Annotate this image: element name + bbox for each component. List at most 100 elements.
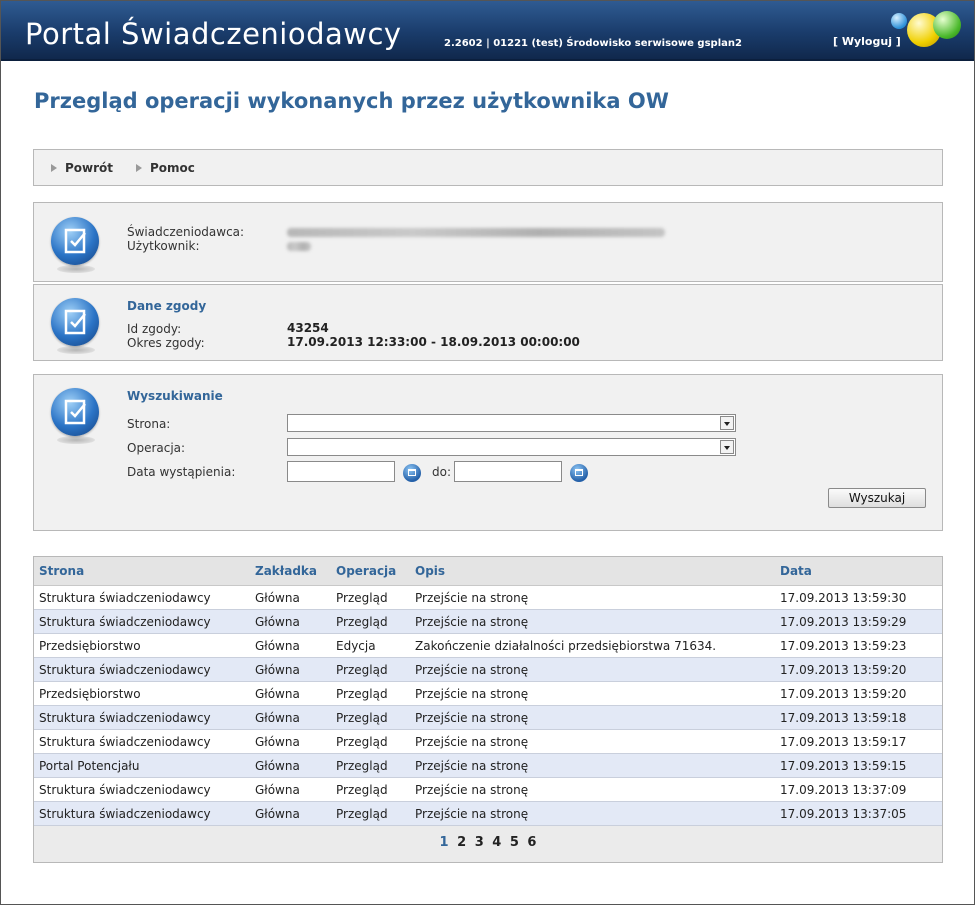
cell-operation: Przegląd (331, 681, 410, 706)
search-title: Wyszukiwanie (127, 389, 223, 403)
table-row[interactable]: Przedsiębiorstwo Główna Przegląd Przejśc… (34, 681, 942, 706)
cell-tab: Główna (250, 585, 331, 610)
table-row[interactable]: Struktura świadczeniodawcy Główna Przegl… (34, 657, 942, 682)
calendar-icon[interactable] (403, 464, 421, 482)
cell-description: Przejście na stronę (410, 753, 775, 778)
cell-date: 17.09.2013 13:59:20 (775, 657, 942, 682)
results-table: Strona Zakładka Operacja Opis Data Struk… (33, 556, 943, 863)
triangle-bullet-icon (136, 164, 142, 172)
search-button[interactable]: Wyszukaj (828, 488, 926, 508)
app-header: Portal Świadczeniodawcy 2.2602 | 01221 (… (1, 1, 974, 61)
cell-description: Przejście na stronę (410, 681, 775, 706)
back-button[interactable]: Powrót (51, 161, 113, 175)
provider-value-redacted (287, 228, 665, 237)
table-header-row: Strona Zakładka Operacja Opis Data (34, 557, 942, 586)
page-filter-label: Strona: (127, 417, 171, 431)
cell-page: Portal Potencjału (34, 753, 250, 778)
back-label: Powrót (65, 161, 114, 175)
cell-operation: Przegląd (331, 777, 410, 802)
table-row[interactable]: Struktura świadczeniodawcy Główna Przegl… (34, 705, 942, 730)
column-header-page[interactable]: Strona (34, 557, 250, 586)
cell-page: Przedsiębiorstwo (34, 633, 250, 658)
user-value-redacted (287, 242, 311, 251)
cell-date: 17.09.2013 13:37:05 (775, 801, 942, 826)
consent-panel: Dane zgody Id zgody: 43254 Okres zgody: … (33, 284, 943, 361)
cell-tab: Główna (250, 633, 331, 658)
pagination: 1 2 3 4 5 6 (34, 826, 942, 862)
document-check-icon (51, 217, 101, 275)
provider-info-panel: Świadczeniodawca: Użytkownik: (33, 202, 943, 282)
cell-description: Przejście na stronę (410, 609, 775, 634)
cell-tab: Główna (250, 681, 331, 706)
cell-tab: Główna (250, 753, 331, 778)
provider-label: Świadczeniodawca: (127, 225, 245, 239)
cell-operation: Przegląd (331, 657, 410, 682)
page-link-4[interactable]: 4 (492, 835, 501, 850)
cell-tab: Główna (250, 657, 331, 682)
document-check-icon (51, 298, 101, 356)
page-title: Przegląd operacji wykonanych przez użytk… (34, 89, 669, 113)
table-row[interactable]: Portal Potencjału Główna Przegląd Przejś… (34, 753, 942, 778)
column-header-operation[interactable]: Operacja (331, 557, 410, 586)
cell-tab: Główna (250, 609, 331, 634)
page-link-1[interactable]: 1 (440, 835, 449, 850)
cell-date: 17.09.2013 13:37:09 (775, 777, 942, 802)
dropdown-arrow-icon[interactable] (720, 440, 734, 454)
app-title: Portal Świadczeniodawcy (25, 17, 402, 51)
cell-operation: Przegląd (331, 729, 410, 754)
cell-description: Przejście na stronę (410, 705, 775, 730)
cell-tab: Główna (250, 705, 331, 730)
cell-page: Struktura świadczeniodawcy (34, 729, 250, 754)
cell-page: Struktura świadczeniodawcy (34, 777, 250, 802)
cell-date: 17.09.2013 13:59:17 (775, 729, 942, 754)
cell-page: Przedsiębiorstwo (34, 681, 250, 706)
help-button[interactable]: Pomoc (136, 161, 195, 175)
dropdown-arrow-icon[interactable] (720, 416, 734, 430)
consent-id-label: Id zgody: (127, 322, 182, 336)
help-label: Pomoc (150, 161, 195, 175)
consent-title: Dane zgody (127, 299, 207, 313)
version-info: 2.2602 | 01221 (test) Środowisko serwiso… (444, 38, 742, 49)
cell-page: Struktura świadczeniodawcy (34, 705, 250, 730)
cell-description: Zakończenie działalności przedsiębiorstw… (410, 633, 775, 658)
search-panel: Wyszukiwanie Strona: Operacja: Data wyst… (33, 374, 943, 531)
page-link-3[interactable]: 3 (475, 835, 484, 850)
cell-operation: Przegląd (331, 585, 410, 610)
logo-balls-icon (889, 7, 969, 53)
user-label: Użytkownik: (127, 239, 200, 253)
page-link-5[interactable]: 5 (510, 835, 519, 850)
table-row[interactable]: Struktura świadczeniodawcy Główna Przegl… (34, 609, 942, 634)
table-row[interactable]: Struktura świadczeniodawcy Główna Przegl… (34, 801, 942, 826)
cell-date: 17.09.2013 13:59:23 (775, 633, 942, 658)
table-row[interactable]: Struktura świadczeniodawcy Główna Przegl… (34, 585, 942, 610)
cell-date: 17.09.2013 13:59:29 (775, 609, 942, 634)
date-from-input[interactable] (287, 461, 395, 482)
cell-page: Struktura świadczeniodawcy (34, 657, 250, 682)
toolbar: Powrót Pomoc (33, 149, 943, 186)
document-check-icon (51, 388, 101, 446)
column-header-date[interactable]: Data (775, 557, 942, 586)
table-row[interactable]: Struktura świadczeniodawcy Główna Przegl… (34, 777, 942, 802)
cell-date: 17.09.2013 13:59:20 (775, 681, 942, 706)
date-to-input[interactable] (454, 461, 562, 482)
page-link-2[interactable]: 2 (457, 835, 466, 850)
operation-filter-label: Operacja: (127, 441, 186, 455)
cell-description: Przejście na stronę (410, 801, 775, 826)
cell-operation: Przegląd (331, 609, 410, 634)
consent-period-label: Okres zgody: (127, 336, 205, 350)
column-header-tab[interactable]: Zakładka (250, 557, 331, 586)
table-row[interactable]: Struktura świadczeniodawcy Główna Przegl… (34, 729, 942, 754)
cell-description: Przejście na stronę (410, 777, 775, 802)
cell-page: Struktura świadczeniodawcy (34, 609, 250, 634)
page-select[interactable] (287, 414, 736, 432)
cell-operation: Przegląd (331, 705, 410, 730)
cell-description: Przejście na stronę (410, 657, 775, 682)
date-filter-label: Data wystąpienia: (127, 465, 236, 479)
cell-operation: Przegląd (331, 801, 410, 826)
cell-operation: Edycja (331, 633, 410, 658)
column-header-description[interactable]: Opis (410, 557, 775, 586)
operation-select[interactable] (287, 438, 736, 456)
calendar-icon[interactable] (570, 464, 588, 482)
page-link-6[interactable]: 6 (527, 835, 536, 850)
table-row[interactable]: Przedsiębiorstwo Główna Edycja Zakończen… (34, 633, 942, 658)
